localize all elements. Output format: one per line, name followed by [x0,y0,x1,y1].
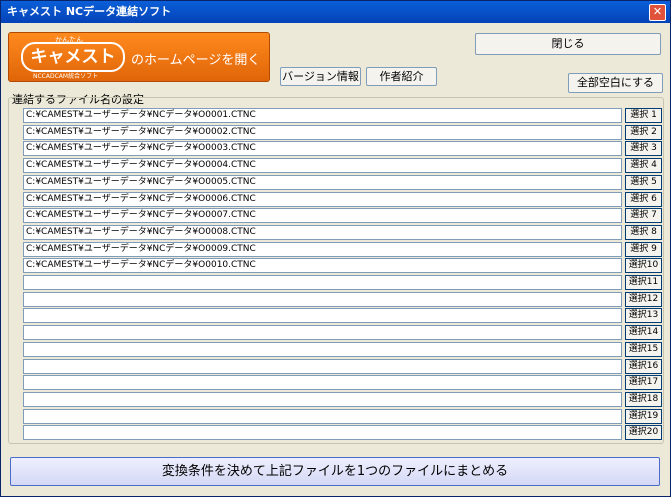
version-info-button[interactable]: バージョン情報 [280,67,361,86]
file-path-field[interactable]: C:¥CAMEST¥ユーザーデータ¥NCデータ¥O0009.CTNC [23,241,622,257]
file-path-field[interactable] [23,291,622,307]
select-file-button[interactable]: 選択15 [625,341,662,357]
select-file-button[interactable]: 選択 8 [625,224,662,240]
select-file-button[interactable]: 選択 5 [625,174,662,190]
open-homepage-label: のホームページを開く [131,53,261,68]
select-file-button[interactable]: 選択 1 [625,108,662,123]
file-path-field[interactable] [23,425,622,441]
window-title: キャメスト NCデータ連結ソフト [7,5,172,18]
select-file-button[interactable]: 選択18 [625,391,662,407]
file-path-field[interactable]: C:¥CAMEST¥ユーザーデータ¥NCデータ¥O0010.CTNC [23,258,622,274]
main-window: キャメスト NCデータ連結ソフト ✕ かんたん キャメスト NCCADCAM統合… [0,0,671,497]
file-path-field[interactable]: C:¥CAMEST¥ユーザーデータ¥NCデータ¥O0001.CTNC [23,108,622,123]
select-file-button[interactable]: 選択 2 [625,124,662,140]
select-file-button[interactable]: 選択19 [625,408,662,424]
file-path-field[interactable]: C:¥CAMEST¥ユーザーデータ¥NCデータ¥O0005.CTNC [23,174,622,190]
logo-sub-text: NCCADCAM統合ソフト [33,73,99,80]
file-path-field[interactable]: C:¥CAMEST¥ユーザーデータ¥NCデータ¥O0003.CTNC [23,141,622,157]
select-file-button[interactable]: 選択12 [625,291,662,307]
select-file-button[interactable]: 選択 6 [625,191,662,207]
select-file-button[interactable]: 選択20 [625,425,662,441]
file-path-field[interactable]: C:¥CAMEST¥ユーザーデータ¥NCデータ¥O0004.CTNC [23,158,622,174]
close-button[interactable]: 閉じる [475,33,661,55]
select-file-button[interactable]: 選択14 [625,325,662,341]
file-path-field[interactable]: C:¥CAMEST¥ユーザーデータ¥NCデータ¥O0008.CTNC [23,224,622,240]
camest-logo: キャメスト [21,42,125,72]
select-file-button[interactable]: 選択 7 [625,208,662,224]
file-path-field[interactable] [23,341,622,357]
open-homepage-button[interactable]: かんたん キャメスト NCCADCAM統合ソフト のホームページを開く [8,32,270,82]
window-close-button[interactable]: ✕ [649,4,666,21]
title-bar[interactable]: キャメスト NCデータ連結ソフト ✕ [1,1,670,23]
select-file-button[interactable]: 選択11 [625,275,662,290]
select-file-button[interactable]: 選択 4 [625,158,662,174]
merge-files-button[interactable]: 変換条件を決めて上記ファイルを1つのファイルにまとめる [10,457,660,486]
file-path-field[interactable] [23,358,622,374]
file-list-group: C:¥CAMEST¥ユーザーデータ¥NCデータ¥O0001.CTNC 選択 1 C:… [8,97,664,444]
select-file-button[interactable]: 選択 9 [625,241,662,257]
file-path-field[interactable] [23,325,622,341]
file-path-field[interactable]: C:¥CAMEST¥ユーザーデータ¥NCデータ¥O0002.CTNC [23,124,622,140]
file-path-field[interactable] [23,308,622,324]
file-path-field[interactable]: C:¥CAMEST¥ユーザーデータ¥NCデータ¥O0006.CTNC [23,191,622,207]
select-file-button[interactable]: 選択 3 [625,141,662,157]
select-file-button[interactable]: 選択13 [625,308,662,324]
select-file-button[interactable]: 選択10 [625,258,662,274]
file-path-field[interactable] [23,375,622,391]
file-path-field[interactable] [23,391,622,407]
author-info-button[interactable]: 作者紹介 [366,67,437,86]
select-file-button[interactable]: 選択16 [625,358,662,374]
select-file-button[interactable]: 選択17 [625,375,662,391]
file-path-field[interactable] [23,275,622,290]
file-path-field[interactable]: C:¥CAMEST¥ユーザーデータ¥NCデータ¥O0007.CTNC [23,208,622,224]
file-path-field[interactable] [23,408,622,424]
clear-all-button[interactable]: 全部空白にする [568,73,663,93]
